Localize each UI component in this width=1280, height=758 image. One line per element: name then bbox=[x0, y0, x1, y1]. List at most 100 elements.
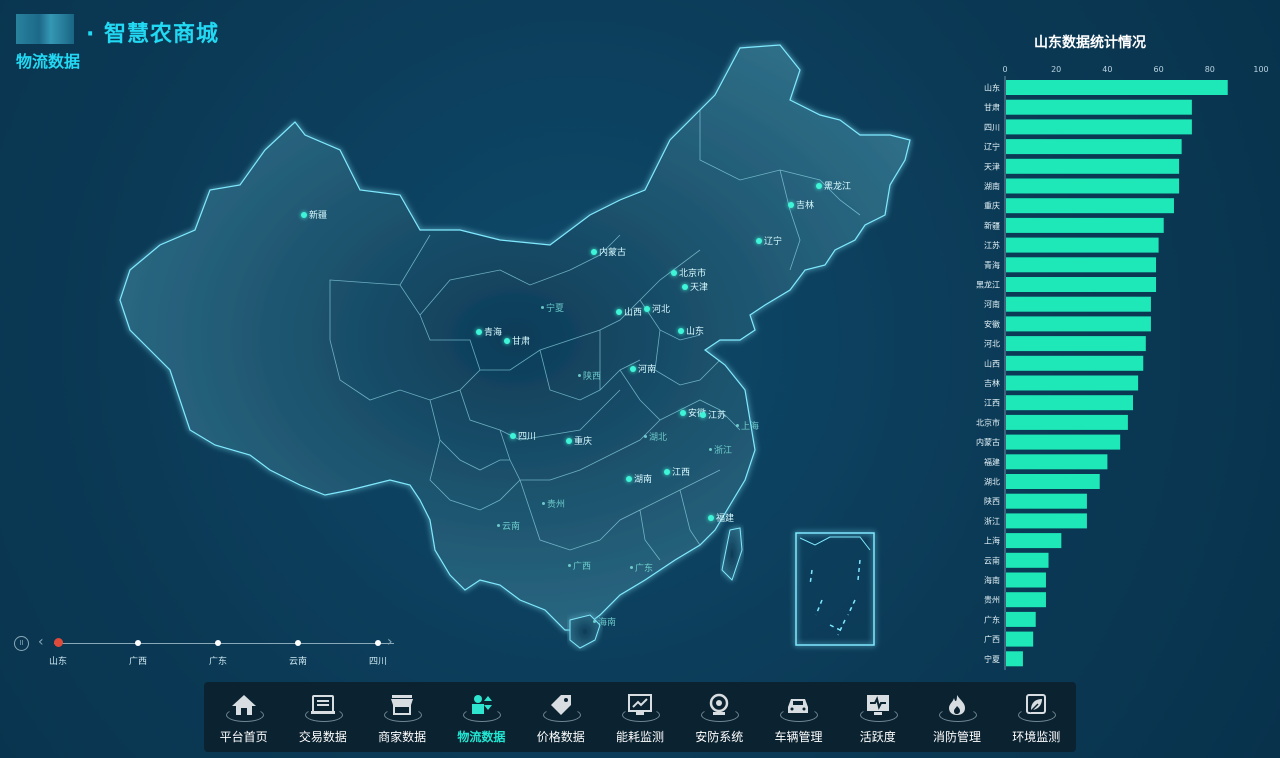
category-label: 贵州 bbox=[984, 595, 1000, 605]
timeline-node[interactable] bbox=[295, 640, 301, 646]
province-label[interactable]: 青海 bbox=[476, 325, 502, 338]
province-label[interactable]: 陕西 bbox=[578, 369, 601, 382]
timeline-node[interactable] bbox=[375, 640, 381, 646]
nav-item-fire[interactable]: 消防管理 bbox=[917, 682, 996, 752]
bar-吉林[interactable] bbox=[1006, 375, 1139, 391]
bar-广东[interactable] bbox=[1006, 611, 1036, 627]
nav-item-car[interactable]: 车辆管理 bbox=[759, 682, 838, 752]
bar-江西[interactable] bbox=[1006, 395, 1133, 411]
province-marker bbox=[664, 468, 670, 475]
province-label[interactable]: 北京市 bbox=[671, 266, 706, 279]
bar-青海[interactable] bbox=[1006, 257, 1157, 273]
province-label[interactable]: 山西 bbox=[616, 305, 642, 318]
bar-福建[interactable] bbox=[1006, 454, 1108, 470]
province-label[interactable]: 河南 bbox=[630, 362, 656, 375]
province-label[interactable]: 上海 bbox=[736, 419, 759, 432]
province-label[interactable]: 甘肃 bbox=[504, 334, 530, 347]
bar-浙江[interactable] bbox=[1006, 513, 1087, 529]
province-label[interactable]: 辽宁 bbox=[756, 234, 782, 247]
province-name: 甘肃 bbox=[512, 337, 531, 347]
bar-河南[interactable] bbox=[1006, 296, 1151, 312]
nav-item-chart-monitor[interactable]: 能耗监测 bbox=[600, 682, 679, 752]
province-marker bbox=[593, 620, 596, 623]
pause-icon[interactable]: II bbox=[14, 636, 29, 651]
nav-item-logistics[interactable]: 物流数据 bbox=[442, 682, 521, 752]
bar-北京市[interactable] bbox=[1006, 414, 1128, 430]
category-label: 山西 bbox=[984, 358, 1000, 368]
nav-item-receipt[interactable]: 交易数据 bbox=[283, 682, 362, 752]
nav-item-camera[interactable]: 安防系统 bbox=[680, 682, 759, 752]
x-tick-label: 60 bbox=[1154, 65, 1164, 74]
bar-贵州[interactable] bbox=[1006, 592, 1046, 608]
chevron-right-icon[interactable]: › bbox=[387, 634, 393, 650]
bar-云南[interactable] bbox=[1006, 552, 1049, 568]
province-label[interactable]: 内蒙古 bbox=[591, 245, 626, 258]
category-label: 海南 bbox=[984, 575, 1000, 585]
province-label[interactable]: 江苏 bbox=[700, 408, 726, 421]
taiwan-island bbox=[721, 527, 743, 581]
bar-四川[interactable] bbox=[1006, 119, 1192, 135]
nav-item-store[interactable]: 商家数据 bbox=[363, 682, 442, 752]
province-name: 海南 bbox=[598, 618, 617, 628]
province-label[interactable]: 江西 bbox=[664, 465, 690, 478]
province-label[interactable]: 广西 bbox=[568, 559, 591, 572]
province-marker bbox=[708, 514, 714, 521]
province-label[interactable]: 贵州 bbox=[542, 497, 565, 510]
nav-item-label: 能耗监测 bbox=[615, 730, 664, 744]
province-label[interactable]: 山东 bbox=[678, 324, 704, 337]
bar-天津[interactable] bbox=[1006, 158, 1180, 174]
province-name: 湖南 bbox=[634, 475, 653, 485]
chevron-left-icon[interactable]: ‹ bbox=[38, 634, 44, 650]
bar-湖北[interactable] bbox=[1006, 474, 1100, 489]
province-label[interactable]: 河北 bbox=[644, 302, 670, 315]
bar-内蒙古[interactable] bbox=[1006, 434, 1121, 450]
bar-辽宁[interactable] bbox=[1006, 139, 1182, 155]
bar-山东[interactable] bbox=[1006, 80, 1228, 95]
bar-甘肃[interactable] bbox=[1006, 99, 1192, 115]
category-label: 新疆 bbox=[984, 220, 1000, 230]
province-label[interactable]: 黑龙江 bbox=[816, 179, 851, 192]
province-label[interactable]: 重庆 bbox=[566, 434, 592, 447]
province-marker bbox=[644, 305, 650, 312]
bar-山西[interactable] bbox=[1006, 355, 1144, 371]
nav-item-leaf[interactable]: 环境监测 bbox=[997, 682, 1076, 752]
nav-item-home[interactable]: 平台首页 bbox=[204, 682, 283, 752]
bar-安徽[interactable] bbox=[1006, 316, 1151, 332]
timeline-node[interactable] bbox=[54, 638, 63, 647]
province-label[interactable]: 吉林 bbox=[788, 198, 814, 211]
province-label[interactable]: 宁夏 bbox=[541, 301, 564, 314]
province-label[interactable]: 湖北 bbox=[644, 430, 667, 443]
bar-陕西[interactable] bbox=[1006, 493, 1087, 509]
timeline-node[interactable] bbox=[215, 640, 221, 646]
nav-item-label: 平台首页 bbox=[219, 730, 268, 744]
nav-item-price-tag[interactable]: 价格数据 bbox=[521, 682, 600, 752]
nav-item-label: 环境监测 bbox=[1012, 730, 1061, 744]
bar-河北[interactable] bbox=[1006, 336, 1146, 352]
category-label: 重庆 bbox=[984, 201, 1000, 211]
bar-上海[interactable] bbox=[1006, 533, 1062, 549]
bar-江苏[interactable] bbox=[1006, 237, 1159, 253]
province-label[interactable]: 广东 bbox=[630, 561, 653, 574]
bar-重庆[interactable] bbox=[1006, 198, 1174, 214]
province-label[interactable]: 海南 bbox=[593, 615, 616, 628]
province-label[interactable]: 福建 bbox=[708, 511, 734, 524]
province-marker bbox=[301, 211, 307, 218]
province-label[interactable]: 四川 bbox=[510, 429, 536, 442]
bar-黑龙江[interactable] bbox=[1006, 277, 1157, 292]
bar-广西[interactable] bbox=[1006, 631, 1034, 647]
bar-宁夏[interactable] bbox=[1006, 651, 1023, 667]
chart-monitor-icon bbox=[620, 688, 660, 722]
bar-海南[interactable] bbox=[1006, 572, 1046, 588]
timeline-node[interactable] bbox=[135, 640, 141, 646]
nav-item-pulse[interactable]: 活跃度 bbox=[838, 682, 917, 752]
bar-湖南[interactable] bbox=[1006, 178, 1180, 194]
category-label: 河南 bbox=[984, 299, 1000, 309]
province-label[interactable]: 新疆 bbox=[301, 208, 327, 221]
china-map[interactable]: 新疆 内蒙古 黑龙江 吉林 辽宁 北京市 天津 河北 山西 山东 宁夏 青海 甘肃 陕西 河南 安徽 江苏 上海四… bbox=[100, 40, 920, 680]
province-label[interactable]: 云南 bbox=[497, 519, 520, 532]
province-label[interactable]: 浙江 bbox=[709, 443, 732, 456]
bar-新疆[interactable] bbox=[1006, 217, 1164, 233]
province-label[interactable]: 湖南 bbox=[626, 472, 652, 485]
province-label[interactable]: 天津 bbox=[682, 280, 708, 293]
nav-item-label: 价格数据 bbox=[536, 730, 585, 744]
